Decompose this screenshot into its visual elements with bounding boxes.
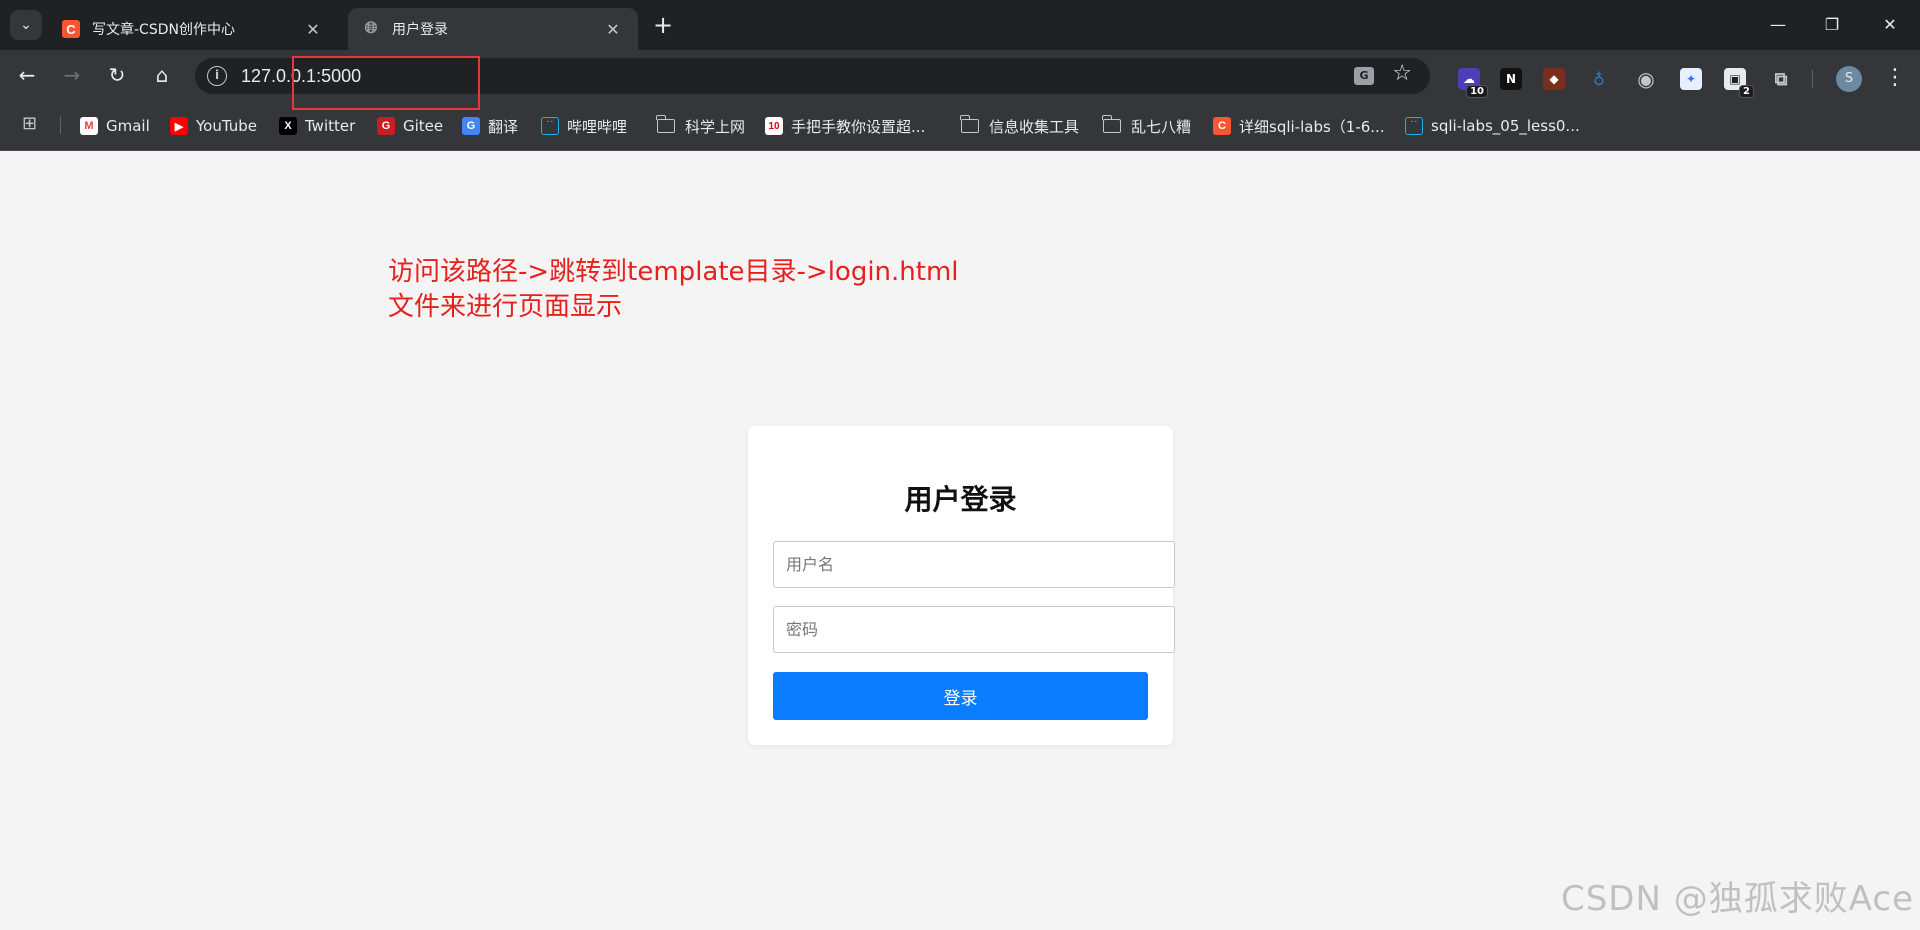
bookmark-folder[interactable]: 乱七八糟 (1102, 114, 1192, 138)
bookmark-tutorial[interactable]: 10 手把手教你设置超... (765, 114, 925, 138)
annotation-note: 访问该路径->跳转到template目录->login.html 文件来进行页面… (388, 255, 959, 325)
reload-button[interactable]: ↻ (102, 60, 132, 90)
folder-icon (1102, 115, 1121, 133)
bookmark-youtube[interactable]: ▶ YouTube (170, 114, 257, 138)
extension-icon[interactable]: ✦ (1680, 68, 1702, 90)
minimize-button[interactable]: — (1758, 10, 1798, 40)
extension-icon[interactable]: ▣ 2 (1724, 68, 1754, 98)
csdn-icon: C (1213, 117, 1231, 135)
bookmark-folder[interactable]: 信息收集工具 (960, 114, 1080, 138)
new-tab-button[interactable]: + (650, 12, 676, 38)
bookmark-label: Gitee (403, 117, 444, 135)
gitee-icon: G (377, 117, 395, 135)
bookmark-label: Twitter (305, 117, 356, 135)
extension-badge: 2 (1739, 85, 1754, 98)
home-button[interactable]: ⌂ (147, 60, 177, 90)
extension-icon[interactable]: ♁ (1588, 68, 1610, 90)
bookmark-label: 手把手教你设置超... (791, 117, 926, 136)
forward-button[interactable]: → (57, 60, 87, 90)
annotation-line: 访问该路径->跳转到template目录->login.html (388, 257, 959, 287)
bookmarks-divider (60, 116, 61, 134)
extension-icon[interactable]: ◉ (1635, 67, 1657, 91)
close-window-button[interactable]: ✕ (1870, 10, 1910, 40)
globe-icon: 🌐︎ (364, 20, 378, 37)
bookmark-folder[interactable]: 科学上网 (656, 114, 746, 138)
bookmark-bilibili[interactable]: ˙˙ 哔哩哔哩 (541, 114, 627, 138)
gmail-icon: M (80, 117, 98, 135)
bookmark-twitter[interactable]: X Twitter (279, 114, 355, 138)
google-translate-icon: G (462, 117, 480, 135)
tab-title: 写文章-CSDN创作中心 (92, 22, 235, 38)
bookmark-gitee[interactable]: G Gitee (377, 114, 443, 138)
password-input[interactable] (773, 606, 1175, 653)
star-icon[interactable]: ☆ (1392, 61, 1412, 86)
site-icon: 10 (765, 117, 783, 135)
apps-grid-icon[interactable]: ⊞ (22, 114, 42, 134)
toolbar-divider (1812, 70, 1813, 88)
page-viewport: 访问该路径->跳转到template目录->login.html 文件来进行页面… (0, 152, 1920, 930)
more-menu-icon[interactable]: ⋮ (1880, 62, 1910, 94)
folder-icon (656, 115, 675, 133)
browser-toolbar: ← → ↻ ⌂ i 127.0.0.1:5000 G ☆ (0, 50, 1920, 100)
tab-title: 用户登录 (392, 22, 448, 38)
page-title: 用户登录 (904, 483, 1017, 516)
extension-icon[interactable]: N (1500, 68, 1522, 90)
bookmark-translate[interactable]: G 翻译 (462, 114, 518, 138)
folder-icon (960, 115, 979, 133)
chevron-down-icon: ⌄ (20, 17, 32, 33)
bilibili-icon: ˙˙ (1405, 117, 1423, 135)
login-form: 用户登录 登录 (748, 426, 1175, 745)
close-icon[interactable]: ✕ (602, 20, 624, 39)
back-button[interactable]: ← (12, 60, 42, 90)
extension-badge: 10 (1466, 85, 1488, 98)
tab-search-button[interactable]: ⌄ (10, 10, 42, 40)
tab-login[interactable]: 🌐︎ 用户登录 ✕ (348, 8, 638, 50)
watermark: CSDN @独孤求败Ace (1560, 879, 1914, 919)
restore-button[interactable]: ❐ (1812, 10, 1852, 40)
bookmark-label: 详细sqli-labs（1-6... (1239, 117, 1385, 136)
bookmark-gmail[interactable]: M Gmail (80, 114, 150, 138)
tab-strip: ⌄ C 写文章-CSDN创作中心 ✕ 🌐︎ 用户登录 ✕ + — ❐ ✕ (0, 0, 1920, 50)
translate-icon[interactable]: G (1354, 67, 1374, 85)
extension-icon[interactable]: ◆ (1543, 68, 1565, 90)
annotation-line: 文件来进行页面显示 (388, 292, 623, 322)
bookmark-label: 哔哩哔哩 (567, 117, 628, 136)
bookmark-bilibili-video[interactable]: ˙˙ sqli-labs_05_less0... (1405, 114, 1580, 138)
bookmark-label: YouTube (196, 117, 257, 135)
bookmark-label: 翻译 (488, 117, 519, 136)
youtube-icon: ▶ (170, 117, 188, 135)
bookmark-label: 信息收集工具 (989, 117, 1080, 136)
puzzle-icon[interactable]: ⧉ (1770, 68, 1792, 90)
bookmark-label: 乱七八糟 (1131, 117, 1192, 136)
bookmark-csdn[interactable]: C 详细sqli-labs（1-6... (1213, 114, 1385, 138)
bilibili-icon: ˙˙ (541, 117, 559, 135)
tab-csdn[interactable]: C 写文章-CSDN创作中心 ✕ (48, 8, 338, 50)
avatar[interactable]: S (1836, 66, 1862, 92)
bookmark-label: 科学上网 (685, 117, 746, 136)
login-button[interactable]: 登录 (773, 672, 1148, 720)
csdn-favicon-icon: C (62, 20, 80, 38)
username-input[interactable] (773, 541, 1175, 588)
bookmark-label: Gmail (106, 117, 150, 135)
bookmark-label: sqli-labs_05_less0... (1431, 117, 1580, 135)
close-icon[interactable]: ✕ (302, 20, 324, 39)
bookmarks-bar: ⊞ M Gmail ▶ YouTube X Twitter G Gitee G … (0, 100, 1920, 151)
extension-icon[interactable]: ☁ 10 (1458, 68, 1488, 98)
site-info-icon[interactable]: i (207, 66, 227, 86)
x-logo-icon: X (279, 117, 297, 135)
url-highlight-box (292, 56, 480, 110)
